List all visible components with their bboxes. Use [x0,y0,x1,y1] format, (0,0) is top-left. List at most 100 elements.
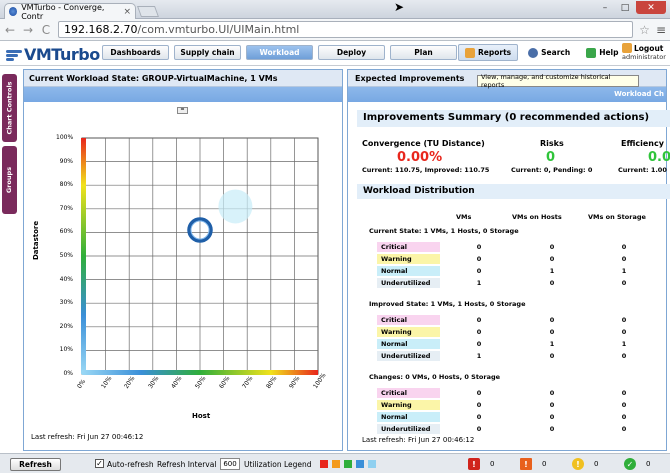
distribution-value: 0 [621,316,627,324]
state-label-warning: Warning [377,327,440,337]
back-arrow-icon[interactable]: ← [4,23,16,37]
collapse-handle-icon[interactable]: = [177,107,188,114]
forward-arrow-icon[interactable]: → [22,23,34,37]
efficiency-detail: Current: 1.00 [618,166,667,174]
distribution-value: 0 [549,316,555,324]
distribution-value: 0 [476,255,482,263]
browser-tab[interactable]: VMTurbo - Converge, Contr × [4,2,136,21]
refresh-interval-label: Refresh Interval [157,460,217,469]
sidebar-groups[interactable]: Groups [2,146,17,214]
distribution-value: 0 [476,340,482,348]
user-logout[interactable]: Logout administrator [622,43,666,61]
refresh-interval-input[interactable]: 600 [220,458,240,470]
reload-icon[interactable]: C [40,23,52,37]
distribution-value: 0 [621,352,627,360]
distribution-group-title: Changes: 0 VMs, 0 Hosts, 0 Storage [369,373,501,381]
search-button[interactable]: Search [522,44,576,61]
left-last-refresh: Last refresh: Fri Jun 27 00:46:12 [31,433,144,441]
right-nav: Reports Search Help [458,44,625,61]
y-tick-label: 70% [59,204,73,212]
state-label-warning: Warning [377,400,440,410]
y-tick-label: 0% [63,370,73,377]
y-tick-label: 90% [59,157,73,165]
state-label-critical: Critical [377,315,440,325]
state-label-warning: Warning [377,254,440,264]
risks-detail: Current: 0, Pending: 0 [511,166,593,174]
legend-swatch [356,460,364,468]
critical-triangle-icon[interactable]: ! [468,458,480,470]
distribution-value: 0 [549,389,555,397]
y-tick-label: 20% [59,322,73,330]
workload-scatter-chart[interactable] [76,136,322,377]
auto-refresh-label: Auto-refresh [107,460,154,469]
window-controls: – □ ✕ [596,1,666,14]
efficiency-label: Efficiency [621,139,664,148]
distribution-value: 0 [621,413,627,421]
distribution-value: 0 [549,243,555,251]
distribution-group-title: Improved State: 1 VMs, 1 Hosts, 0 Storag… [369,300,526,308]
app-header: VMTurbo Dashboards Supply chain Workload… [0,41,670,66]
risks-value: 0 [546,150,556,165]
tab-supply-chain[interactable]: Supply chain [174,45,241,60]
bookmark-star-icon[interactable]: ☆ [639,23,650,37]
reports-button[interactable]: Reports [458,44,519,61]
distribution-value: 0 [549,328,555,336]
auto-refresh-checkbox[interactable]: ✓ [95,459,104,468]
distribution-value: 0 [549,401,555,409]
close-window-icon[interactable]: ✕ [636,1,666,14]
maximize-icon[interactable]: □ [616,1,634,14]
efficiency-value: 0.0 [648,150,670,165]
mouse-cursor-icon: ➤ [394,0,405,14]
major-alert-icon[interactable]: ! [520,458,532,470]
minimize-icon[interactable]: – [596,1,614,14]
workload-ch-bar: Workload Ch [348,87,666,102]
distribution-value: 0 [621,279,627,287]
logout-label: Logout [634,43,664,53]
x-axis-label: Host [192,412,211,420]
panel-title: Current Workload State: GROUP-VirtualMac… [24,70,342,87]
refresh-button[interactable]: Refresh [10,458,61,471]
url-host: 192.168.2.70 [64,23,138,36]
ok-check-icon[interactable]: ✓ [624,458,636,470]
convergence-label: Convergence (TU Distance) [362,139,485,148]
y-utilization-gradient [81,138,86,374]
search-icon [528,47,539,58]
warning-circle-icon[interactable]: ! [572,458,584,470]
distribution-value: 0 [476,413,482,421]
distribution-value: 1 [621,340,627,348]
panel-toolbar [24,87,342,102]
state-label-underutilized: Underutilized [377,424,440,434]
tab-plan[interactable]: Plan [390,45,457,60]
workload-distribution-title: Workload Distribution [357,184,670,199]
tab-close-icon[interactable]: × [123,7,131,17]
distribution-value: 0 [621,389,627,397]
tab-workload[interactable]: Workload [246,45,313,60]
tab-title: VMTurbo - Converge, Contr [21,2,105,21]
distribution-value: 0 [549,413,555,421]
y-tick-label: 30% [59,299,73,307]
address-bar[interactable]: 192.168.2.70 /com.vmturbo.UI/UIMain.html [58,21,634,38]
reports-label: Reports [478,48,512,57]
distribution-group-title: Current State: 1 VMs, 1 Hosts, 0 Storage [369,227,519,235]
right-last-refresh: Last refresh: Fri Jun 27 00:46:12 [362,436,475,444]
vmturbo-logo: VMTurbo [6,45,100,64]
chart-controls-label: Chart Controls [5,81,14,135]
distribution-value: 0 [549,255,555,263]
tab-deploy[interactable]: Deploy [318,45,385,60]
logo-text: VMTurbo [24,45,100,64]
tab-dashboards[interactable]: Dashboards [102,45,169,60]
groups-label: Groups [5,166,14,194]
browser-menu-icon[interactable]: ≡ [656,23,666,37]
legend-swatch [320,460,328,468]
new-tab-button[interactable] [136,6,160,17]
status-bar: Refresh ✓ Auto-refresh Refresh Interval … [0,453,670,473]
improvements-summary-title: Improvements Summary (0 recommended acti… [357,110,670,127]
distribution-value: 0 [476,328,482,336]
y-axis-label: Datastore [32,220,40,260]
search-label: Search [541,48,571,57]
distribution-value: 0 [621,401,627,409]
help-button[interactable]: Help [580,44,624,61]
sidebar-chart-controls[interactable]: Chart Controls [2,74,17,142]
distribution-value: 0 [476,401,482,409]
distribution-value: 0 [476,389,482,397]
